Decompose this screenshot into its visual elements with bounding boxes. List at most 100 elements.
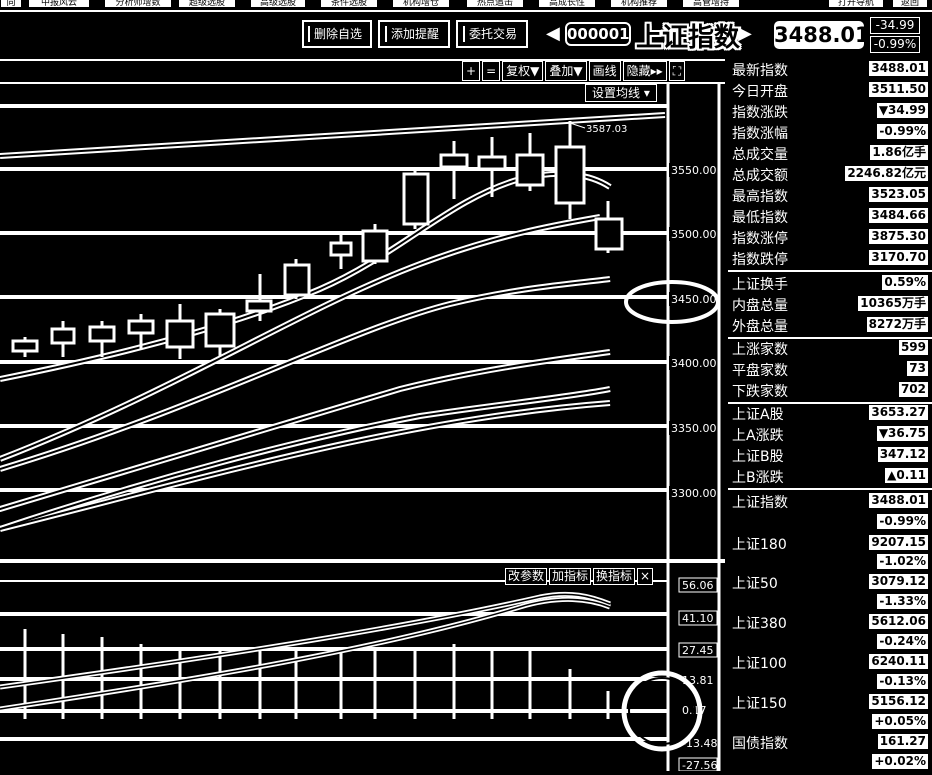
chevron-down-icon: ▼: [530, 64, 540, 78]
indicator-axis-label: -27.56: [682, 759, 717, 771]
index-row[interactable]: 上证50 3079.12: [728, 572, 932, 593]
index-pct: -0.24%: [877, 634, 928, 649]
index-name: 上证指数: [636, 23, 741, 53]
divider: [0, 10, 932, 12]
quote-label: 总成交量: [732, 147, 788, 163]
top-tab[interactable]: 条件选股: [320, 0, 378, 8]
equal-button[interactable]: =: [482, 61, 501, 81]
crosshair-button[interactable]: +: [462, 61, 481, 81]
top-tab[interactable]: 热点追击: [466, 0, 524, 8]
top-tab[interactable]: 机构增仓: [392, 0, 450, 8]
quote-label: 指数涨停: [732, 231, 788, 247]
quote-row: 上涨家数 599: [728, 338, 932, 359]
top-tab[interactable]: 分析师增数: [104, 0, 172, 8]
prev-stock-icon[interactable]: ◀: [546, 23, 560, 44]
quote-row: 上B涨跌 ▲0.11: [728, 466, 932, 487]
quote-value: 8272万手: [866, 317, 928, 332]
quote-label: 下跌家数: [732, 384, 788, 400]
quote-value: 3170.70: [869, 250, 928, 265]
top-tab[interactable]: 机构推荐: [610, 0, 668, 8]
price-axis-label: 3450.00: [671, 293, 717, 306]
quote-value: 3484.66: [869, 208, 928, 223]
quote-row: 最高指数 3523.05: [728, 185, 932, 206]
set-ma-label: 设置均线: [592, 86, 641, 100]
quote-label: 总成交额: [732, 168, 788, 184]
top-tab[interactable]: 向: [0, 0, 22, 8]
hide-label: 隐藏: [626, 64, 651, 78]
index-name: 上证180: [732, 537, 787, 553]
delegate-trade-label: 委托交易: [462, 26, 521, 42]
delegate-trade-button[interactable]: 委托交易: [456, 20, 528, 48]
next-stock-icon[interactable]: ▶: [738, 23, 752, 44]
quote-value: 3875.30: [869, 229, 928, 244]
quote-value: 2246.82亿元: [845, 166, 928, 181]
quote-value: 3488.01: [869, 61, 928, 76]
top-tab[interactable]: 超级选股: [178, 0, 236, 8]
change-value: -34.99: [870, 17, 920, 34]
index-row[interactable]: 上证180 9207.15: [728, 533, 932, 554]
divider: [728, 270, 932, 272]
index-name: 上证150: [732, 696, 787, 712]
indicator-toolbar: 改参数 加指标 换指标 ×: [505, 568, 654, 585]
quote-label: 内盘总量: [732, 298, 788, 314]
index-value: 5612.06: [869, 614, 928, 629]
quote-label: 指数涨跌: [732, 105, 788, 121]
quote-header: 删除自选 添加提醒 委托交易 ◀ 000001 上证指数 ▶ 3488.01 -…: [0, 13, 932, 59]
index-name: 上证100: [732, 656, 787, 672]
indicator-axis-label: 56.06: [682, 579, 714, 592]
add-alert-button[interactable]: 添加提醒: [378, 20, 450, 48]
price-axis-label: 3300.00: [671, 487, 717, 500]
quote-row: 今日开盘 3511.50: [728, 80, 932, 101]
chart-toolbar: + = 复权▼ 叠加▼ 画线 隐藏▸▸ ⛶: [462, 61, 686, 81]
delete-watchlist-button[interactable]: 删除自选: [302, 20, 372, 48]
add-indicator-button[interactable]: 加指标: [549, 568, 592, 585]
top-tab[interactable]: 返回: [892, 0, 928, 8]
top-tab[interactable]: 高成长性: [538, 0, 596, 8]
index-value: 5156.12: [869, 694, 928, 709]
change-params-button[interactable]: 改参数: [505, 568, 548, 585]
switch-indicator-button[interactable]: 换指标: [593, 568, 636, 585]
top-tab[interactable]: 中报风云: [28, 0, 90, 8]
quote-row: 总成交量 1.86亿手: [728, 143, 932, 164]
quote-row: 指数涨跌 ▼34.99: [728, 101, 932, 122]
quote-row: 上证A股 3653.27: [728, 403, 932, 424]
quote-label: 外盘总量: [732, 319, 788, 335]
index-row[interactable]: 上证380 5612.06: [728, 612, 932, 633]
overlay-button[interactable]: 叠加▼: [545, 61, 587, 81]
fullscreen-icon[interactable]: ⛶: [668, 61, 686, 81]
hide-button[interactable]: 隐藏▸▸: [622, 61, 667, 81]
add-alert-label: 添加提醒: [384, 26, 443, 42]
index-row[interactable]: 上证指数 3488.01: [728, 491, 932, 512]
quote-label: 上B涨跌: [732, 470, 784, 486]
current-price: 3488.01: [774, 21, 870, 49]
quote-label: 上证A股: [732, 407, 784, 423]
top-tab[interactable]: 打开导航: [828, 0, 884, 8]
chevron-down-icon: ▾: [643, 86, 650, 100]
index-value: 161.27: [877, 734, 928, 749]
quote-label: 上A涨跌: [732, 428, 784, 444]
price-axis-label: 3400.00: [671, 357, 717, 370]
quote-value: 702: [898, 382, 928, 397]
index-row[interactable]: 上证100 6240.11: [728, 652, 932, 673]
index-row[interactable]: 上证150 5156.12: [728, 692, 932, 713]
price-axis-label: 3550.00: [671, 164, 717, 177]
top-tab[interactable]: 高级选股: [250, 0, 306, 8]
quote-label: 最低指数: [732, 210, 788, 226]
index-row[interactable]: 国债指数 161.27: [728, 732, 932, 753]
quote-value: 1.86亿手: [870, 145, 928, 160]
chevron-down-icon: ▼: [573, 64, 583, 78]
quote-row: 上A涨跌 ▼36.75: [728, 424, 932, 445]
index-value: 3079.12: [869, 574, 928, 589]
close-icon[interactable]: ×: [637, 568, 654, 585]
top-tab[interactable]: 高管增持: [682, 0, 740, 8]
set-ma-button[interactable]: 设置均线 ▾: [585, 84, 657, 102]
draw-line-button[interactable]: 画线: [588, 61, 621, 81]
quote-value: 599: [898, 340, 928, 355]
kline-chart-area[interactable]: 3587.03 3550.00 3500.00 3450.00 3400.00 …: [0, 59, 725, 772]
kline-chart-svg: 3587.03 3550.00 3500.00 3450.00 3400.00 …: [0, 59, 725, 772]
index-pct: -0.13%: [877, 674, 928, 689]
index-pct-row: -1.33%: [728, 592, 932, 613]
stock-code[interactable]: 000001: [565, 22, 631, 46]
fuquan-button[interactable]: 复权▼: [502, 61, 544, 81]
index-pct-row: +0.02%: [728, 752, 932, 773]
